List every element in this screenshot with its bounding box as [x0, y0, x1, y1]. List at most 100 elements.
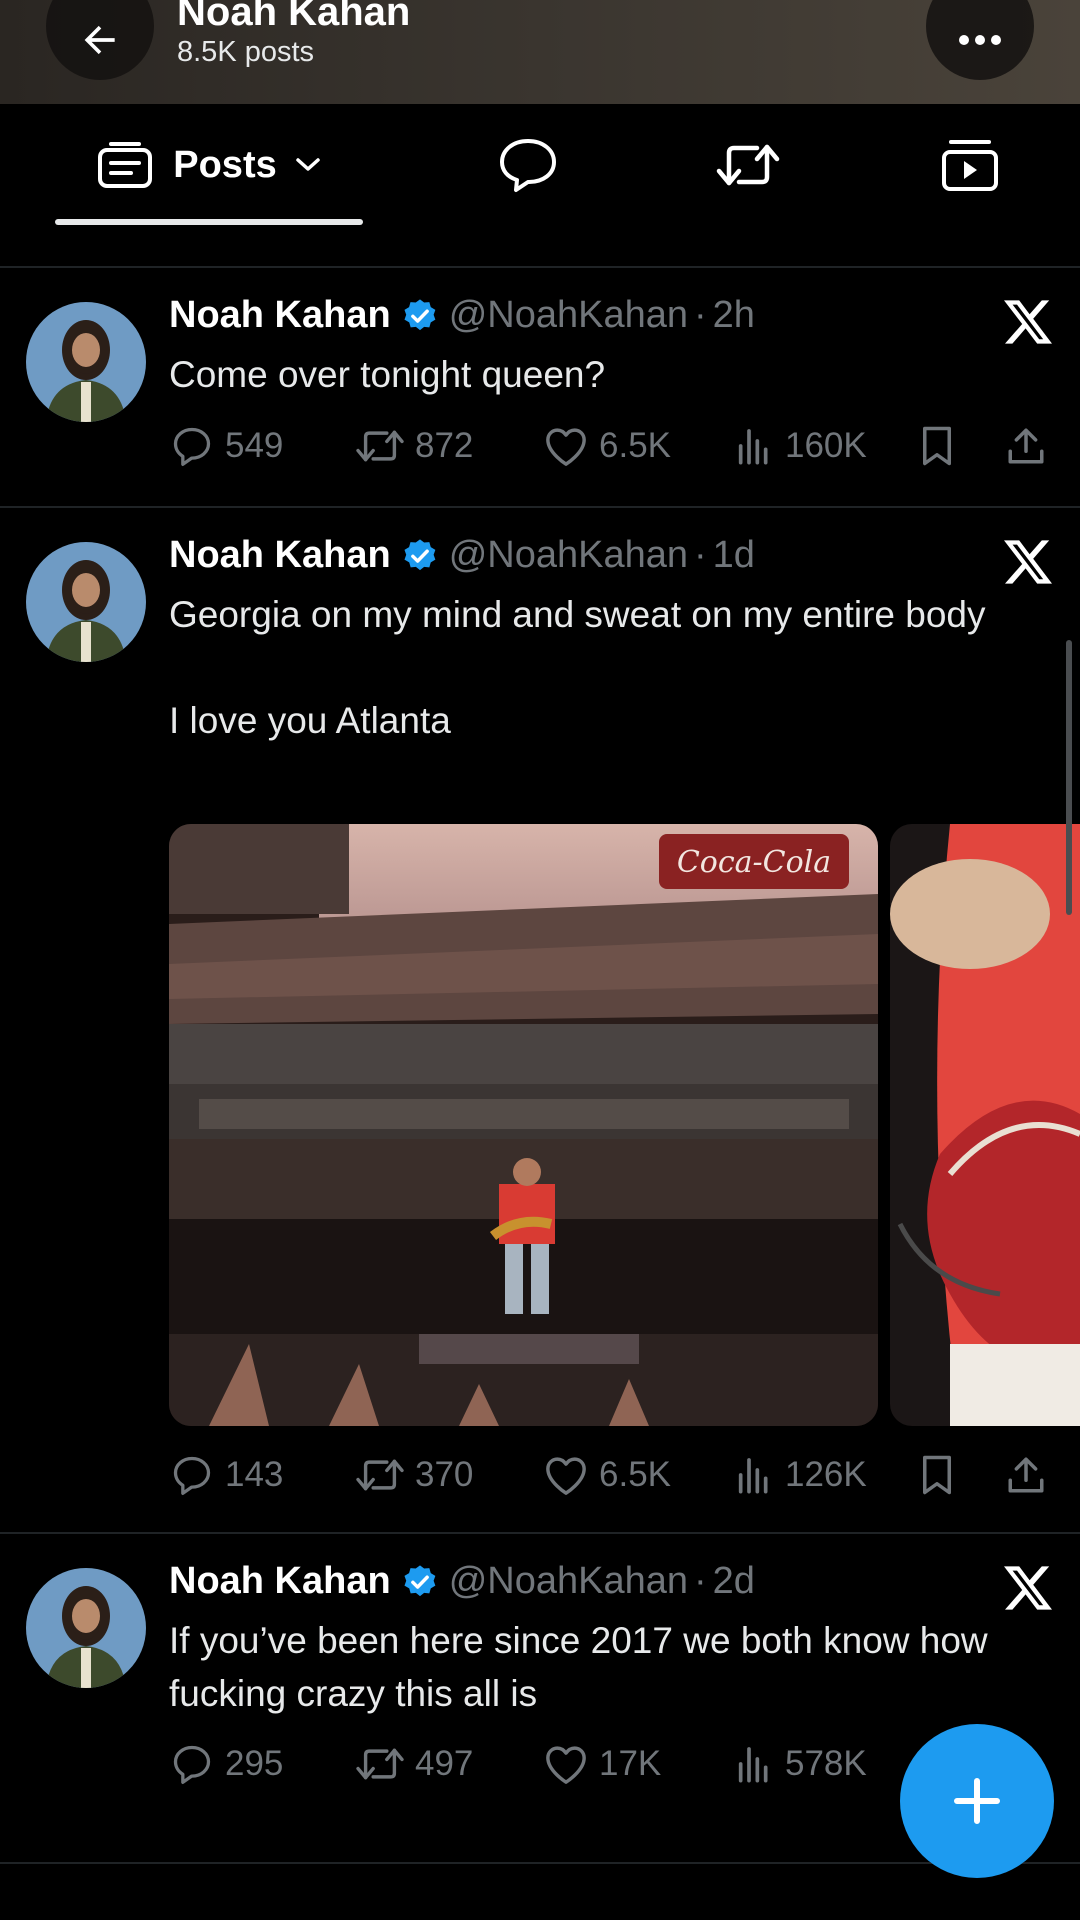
profile-header: Noah Kahan 8.5K posts: [0, 0, 1080, 104]
coca-cola-sign: Coca-Cola: [677, 845, 831, 880]
post-media-image-2[interactable]: [890, 824, 1080, 1426]
share-icon: [1008, 428, 1044, 464]
post-count: 8.5K posts: [177, 36, 315, 68]
tab-posts[interactable]: Posts: [55, 104, 363, 226]
post-time[interactable]: 2d: [713, 1560, 755, 1603]
post-header: Noah Kahan @NoahKahan · 1d: [169, 534, 755, 577]
tab-media[interactable]: [912, 104, 1028, 226]
reply-icon: [173, 427, 211, 466]
share-icon: [1008, 1457, 1044, 1493]
more-horizontal-icon: [959, 35, 1001, 45]
plus-icon: [954, 1778, 1000, 1824]
tab-reposts[interactable]: [690, 104, 806, 226]
avatar[interactable]: [26, 302, 146, 422]
divider: [0, 1862, 1080, 1864]
views-chart-icon: [738, 1747, 768, 1783]
post-item[interactable]: Noah Kahan @NoahKahan · 2h Come over ton…: [0, 268, 1080, 506]
back-button[interactable]: [46, 0, 154, 80]
tab-posts-label: Posts: [173, 143, 277, 186]
post-text: If you’ve been here since 2017 we both k…: [169, 1620, 988, 1714]
repost-icon: [356, 1748, 404, 1780]
like-button[interactable]: 6.5K: [543, 1445, 671, 1505]
share-button[interactable]: [1005, 1445, 1057, 1505]
guitarist-closeup-photo: [890, 824, 1080, 1426]
avatar[interactable]: [26, 1568, 146, 1688]
separator: ·: [694, 1560, 707, 1602]
repost-button[interactable]: 370: [355, 1445, 473, 1505]
bookmark-button[interactable]: [918, 416, 966, 476]
author-handle: @NoahKahan: [448, 294, 689, 336]
x-logo-icon[interactable]: [1004, 1564, 1052, 1612]
view-count: 578K: [785, 1744, 867, 1783]
post-header: Noah Kahan @NoahKahan · 2h: [169, 294, 755, 337]
reply-button[interactable]: 143: [169, 1445, 283, 1505]
repost-button[interactable]: 872: [355, 416, 473, 476]
repost-count: 497: [415, 1744, 474, 1783]
views-button[interactable]: 160K: [733, 416, 867, 476]
repost-button[interactable]: 497: [355, 1734, 473, 1794]
post-actions: 143 370 6.5K 126K: [169, 1445, 1049, 1505]
post-media-image-1[interactable]: Coca-Cola: [169, 824, 878, 1426]
view-count: 126K: [785, 1455, 867, 1494]
repost-icon: [716, 144, 780, 186]
verified-badge-icon: [401, 537, 439, 575]
profile-tabs: Posts: [0, 104, 1080, 226]
author-name[interactable]: Noah Kahan: [169, 294, 391, 337]
verified-badge-icon: [401, 297, 439, 335]
x-logo-icon[interactable]: [1004, 538, 1052, 586]
chevron-down-icon: [295, 158, 320, 171]
avatar-image: [26, 542, 146, 662]
like-button[interactable]: 6.5K: [543, 416, 671, 476]
heart-icon: [546, 428, 586, 466]
author-name[interactable]: Noah Kahan: [169, 1560, 391, 1603]
like-count: 6.5K: [599, 1455, 671, 1494]
views-chart-icon: [738, 1458, 768, 1494]
reply-bubble-icon: [500, 139, 556, 192]
share-button[interactable]: [1005, 416, 1057, 476]
post-actions: 549 872 6.5K 160K: [169, 416, 1049, 476]
x-logo-icon[interactable]: [1004, 298, 1052, 346]
bookmark-icon: [923, 426, 951, 466]
posts-card-icon: [98, 142, 153, 188]
reply-button[interactable]: 295: [169, 1734, 283, 1794]
selected-tab-indicator: [55, 219, 363, 225]
views-chart-icon: [738, 429, 768, 465]
like-count: 17K: [599, 1744, 662, 1783]
arrow-left-icon: [84, 25, 115, 55]
reply-count: 549: [225, 426, 284, 465]
bookmark-button[interactable]: [918, 1445, 966, 1505]
avatar[interactable]: [26, 542, 146, 662]
avatar-image: [26, 1568, 146, 1688]
avatar-image: [26, 302, 146, 422]
like-count: 6.5K: [599, 426, 671, 465]
views-button[interactable]: 578K: [733, 1734, 867, 1794]
post-time[interactable]: 2h: [713, 294, 755, 337]
author-name[interactable]: Noah Kahan: [169, 534, 391, 577]
scrollbar[interactable]: [1066, 640, 1072, 915]
separator: ·: [694, 534, 707, 576]
heart-icon: [546, 1746, 586, 1784]
post-time[interactable]: 1d: [713, 534, 755, 577]
more-button[interactable]: [926, 0, 1034, 80]
reply-count: 143: [225, 1455, 284, 1494]
post-header: Noah Kahan @NoahKahan · 2d: [169, 1560, 755, 1603]
reply-icon: [173, 1745, 211, 1784]
heart-icon: [546, 1457, 586, 1495]
author-handle: @NoahKahan: [448, 534, 689, 576]
post-text: Come over tonight queen?: [169, 354, 606, 395]
media-play-icon: [942, 140, 998, 191]
repost-icon: [356, 1459, 404, 1491]
views-button[interactable]: 126K: [733, 1445, 867, 1505]
repost-icon: [356, 430, 404, 462]
verified-badge-icon: [401, 1563, 439, 1601]
view-count: 160K: [785, 426, 867, 465]
reply-button[interactable]: 549: [169, 416, 283, 476]
profile-name-title: Noah Kahan: [177, 0, 411, 34]
concert-stadium-photo: Coca-Cola: [169, 824, 878, 1426]
like-button[interactable]: 17K: [543, 1734, 661, 1794]
reply-count: 295: [225, 1744, 284, 1783]
repost-count: 370: [415, 1455, 474, 1494]
compose-post-button[interactable]: [900, 1724, 1054, 1878]
tab-replies[interactable]: [470, 104, 586, 226]
reply-icon: [173, 1456, 211, 1495]
